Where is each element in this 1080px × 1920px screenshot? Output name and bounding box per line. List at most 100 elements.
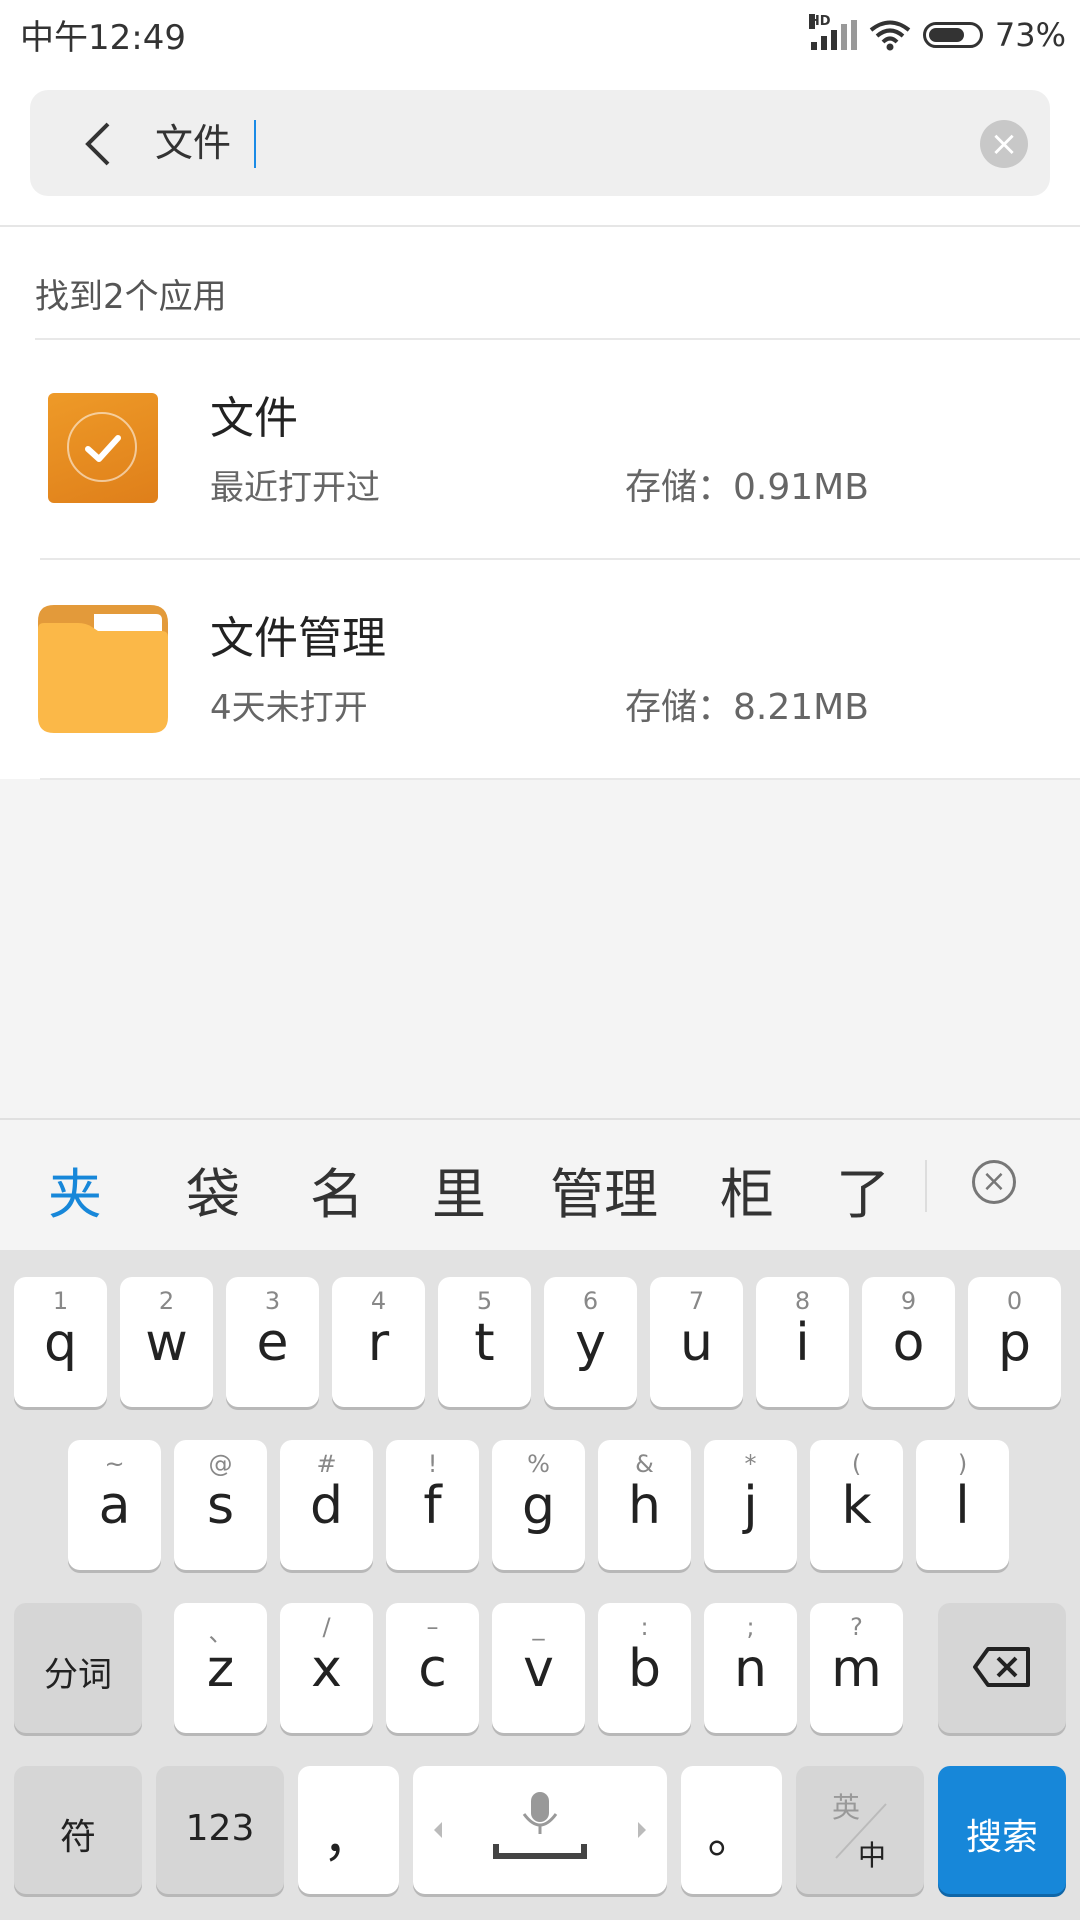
checkmark-icon <box>85 435 121 462</box>
key-r[interactable]: 4r <box>332 1277 425 1407</box>
close-circle-icon[interactable]: × <box>980 120 1028 168</box>
candidate-word[interactable]: 夹 <box>48 1150 102 1229</box>
segment-key[interactable]: 分词 <box>14 1603 142 1733</box>
period-key[interactable]: 。 <box>681 1766 782 1894</box>
candidate-word[interactable]: 名 <box>310 1150 364 1229</box>
key-letter: v <box>523 1639 554 1699</box>
backspace-icon <box>973 1647 1030 1687</box>
key-w[interactable]: 2w <box>120 1277 213 1407</box>
key-secondary: 0 <box>1006 1287 1023 1315</box>
cellular-signal-icon: HD <box>808 14 857 50</box>
language-toggle-key[interactable]: 英 中 <box>796 1766 924 1894</box>
candidate-word[interactable]: 袋 <box>186 1150 240 1229</box>
close-circle-icon[interactable]: × <box>972 1160 1016 1204</box>
key-letter: u <box>680 1313 713 1373</box>
key-i[interactable]: 8i <box>756 1277 849 1407</box>
key-letter: i <box>795 1313 810 1373</box>
key-letter: a <box>98 1476 131 1536</box>
app-name: 文件管理 <box>210 613 386 664</box>
text-caret <box>254 120 256 168</box>
key-secondary: ? <box>850 1613 863 1641</box>
key-v[interactable]: _ v <box>492 1603 585 1733</box>
search-key[interactable]: 搜索 <box>938 1766 1066 1894</box>
key-secondary: ( <box>851 1450 862 1478</box>
key-letter: h <box>628 1476 661 1536</box>
key-secondary: 9 <box>900 1287 917 1315</box>
backspace-key[interactable] <box>938 1603 1066 1733</box>
key-letter: m <box>831 1639 882 1699</box>
key-label: 符 <box>59 1817 96 1858</box>
key-b[interactable]: :b <box>598 1603 691 1733</box>
files-app-icon[interactable] <box>48 393 158 503</box>
key-letter: p <box>997 1313 1031 1373</box>
key-letter: o <box>892 1313 925 1373</box>
key-z[interactable]: 、 z <box>174 1603 267 1733</box>
key-l[interactable]: ) l <box>916 1440 1009 1570</box>
key-y[interactable]: 6y <box>544 1277 637 1407</box>
battery-percent: 73% <box>994 16 1066 54</box>
status-bar: 中午12:49 HD 73% <box>0 0 1080 70</box>
key-secondary: 6 <box>582 1287 599 1315</box>
key-e[interactable]: 3e <box>226 1277 319 1407</box>
key-j[interactable]: * j <box>704 1440 797 1570</box>
key-secondary: – <box>426 1613 439 1641</box>
key-q[interactable]: 1q <box>14 1277 107 1407</box>
candidate-word[interactable]: 柜 <box>720 1150 774 1229</box>
folder-icon[interactable] <box>38 605 168 733</box>
key-secondary: 1 <box>52 1287 69 1315</box>
chevron-left-icon[interactable] <box>70 114 130 174</box>
search-input[interactable]: 文件 <box>155 114 231 172</box>
key-letter: f <box>423 1476 442 1536</box>
number-key[interactable]: 123 <box>156 1766 284 1894</box>
candidate-word[interactable]: 了 <box>836 1150 890 1229</box>
key-label: 123 <box>185 1808 255 1849</box>
key-letter: r <box>367 1313 390 1373</box>
candidate-word[interactable]: 里 <box>432 1150 486 1229</box>
key-o[interactable]: 9o <box>862 1277 955 1407</box>
key-t[interactable]: 5t <box>438 1277 531 1407</box>
space-key[interactable] <box>413 1766 667 1894</box>
key-c[interactable]: – c <box>386 1603 479 1733</box>
key-letter: c <box>418 1639 447 1699</box>
battery-fill <box>928 28 964 42</box>
network-badge: HD <box>808 14 831 29</box>
key-letter: w <box>145 1313 188 1373</box>
key-secondary: 4 <box>370 1287 387 1315</box>
key-secondary: _ <box>532 1613 545 1641</box>
key-n[interactable]: ; n <box>704 1603 797 1733</box>
app-last-opened: 4天未打开 <box>210 688 368 728</box>
candidate-word[interactable]: 管理 <box>550 1150 658 1229</box>
result-count: 找到2个应用 <box>35 277 227 317</box>
keyboard: 1q2w3e4r5t6y7u8i9o0p ~ a @ s # d! f% g & h * j(k) l … <box>0 1250 1080 1920</box>
key-k[interactable]: (k <box>810 1440 903 1570</box>
key-s[interactable]: @ s <box>174 1440 267 1570</box>
key-letter: q <box>43 1313 77 1373</box>
battery-icon <box>922 22 983 48</box>
key-p[interactable]: 0p <box>968 1277 1061 1407</box>
comma-key[interactable]: ， <box>298 1766 399 1894</box>
result-row[interactable]: 文件 最近打开过 存储：0.91MB <box>0 340 1080 560</box>
key-letter: l <box>955 1476 970 1536</box>
key-a[interactable]: ~ a <box>68 1440 161 1570</box>
key-x[interactable]: / x <box>280 1603 373 1733</box>
app-name: 文件 <box>210 393 298 444</box>
key-letter: g <box>521 1476 555 1536</box>
key-f[interactable]: ! f <box>386 1440 479 1570</box>
app-storage: 存储：0.91MB <box>625 467 869 508</box>
key-letter: j <box>743 1476 758 1536</box>
key-g[interactable]: % g <box>492 1440 585 1570</box>
key-secondary: @ <box>208 1450 233 1478</box>
key-u[interactable]: 7u <box>650 1277 743 1407</box>
app-storage: 存储：8.21MB <box>625 687 869 728</box>
search-box[interactable]: 文件 × <box>30 90 1050 196</box>
key-label: ， <box>322 1809 375 1869</box>
key-m[interactable]: ? m <box>810 1603 903 1733</box>
divider <box>40 778 1080 780</box>
key-h[interactable]: & h <box>598 1440 691 1570</box>
symbol-key[interactable]: 符 <box>14 1766 142 1894</box>
key-secondary: 3 <box>264 1287 281 1315</box>
key-d[interactable]: # d <box>280 1440 373 1570</box>
key-secondary: 7 <box>688 1287 705 1315</box>
candidate-bar: 夹 袋 名 里 管理 柜 了 × <box>0 1118 1080 1252</box>
key-label: 搜索 <box>965 1817 1038 1858</box>
